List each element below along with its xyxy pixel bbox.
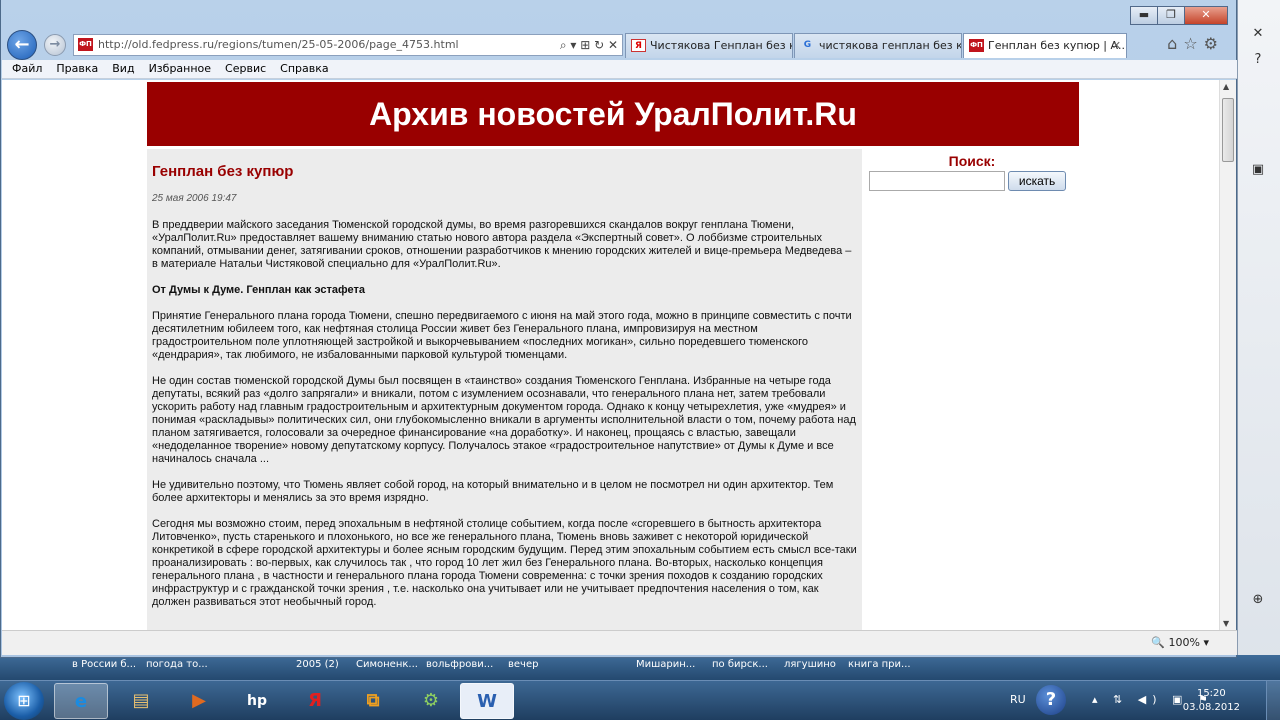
bg-item[interactable]: Симоненк... xyxy=(356,659,418,670)
scrollbar-thumb[interactable] xyxy=(1222,98,1234,162)
close-icon[interactable]: ✕ xyxy=(1248,26,1268,42)
home-favorites-tools-icon[interactable]: ⌂☆⚙ xyxy=(1167,34,1224,53)
bg-item[interactable]: по бирск... xyxy=(712,659,768,670)
address-tools-icon[interactable]: ⌕ ▾ ⊞ ↻ ✕ xyxy=(560,35,618,55)
add-icon[interactable]: ⊕ xyxy=(1248,592,1268,608)
desktop-background: ✕ ? ▣ ⊕ xyxy=(1237,0,1280,680)
ie-icon[interactable]: e xyxy=(54,683,108,719)
bg-item[interactable]: Мишарин... xyxy=(636,659,695,670)
menu-help[interactable]: Справка xyxy=(280,60,328,78)
yandex-icon: Я xyxy=(631,39,646,52)
tab-yandex[interactable]: Я Чистякова Генплан без к... xyxy=(625,33,793,58)
bg-item[interactable]: вечер xyxy=(508,659,538,670)
close-icon[interactable]: ✕ xyxy=(1112,34,1121,57)
network-icon[interactable]: ⚙ xyxy=(404,683,458,719)
tab-label: Чистякова Генплан без к... xyxy=(650,39,793,52)
background-window-strip: в России б... погода то... 2005 (2) Симо… xyxy=(0,655,1280,680)
site-favicon-icon: ФП xyxy=(78,38,93,51)
status-bar: 🔍 100% ▾ xyxy=(2,630,1237,655)
article-subhead: От Думы к Думе. Генплан как эстафета xyxy=(152,284,365,296)
site-search: Поиск: искать xyxy=(867,153,1077,191)
yandex-icon[interactable]: Я xyxy=(288,683,342,719)
forward-button[interactable]: → xyxy=(44,34,66,56)
search-button[interactable]: искать xyxy=(1008,171,1067,191)
clock-time: 15:20 xyxy=(1196,688,1226,699)
taskbar: ⊞ e ▤ ▶ hp Я ⧉ ⚙ W RU ? ▴ ⇅ ◀) ▣ ⚑ 15:20… xyxy=(0,680,1280,720)
article-paragraph: Принятие Генерального плана города Тюмен… xyxy=(152,310,852,361)
scroll-down-icon[interactable]: ▼ xyxy=(1223,619,1229,628)
address-url: http://old.fedpress.ru/regions/tumen/25-… xyxy=(98,38,459,51)
app-icon[interactable]: ⧉ xyxy=(346,683,400,719)
clock-date: 03.08.2012 xyxy=(1182,702,1240,713)
hp-icon[interactable]: hp xyxy=(230,683,284,719)
bg-item[interactable]: лягушино xyxy=(784,659,836,670)
article-paragraph: Не удивительно поэтому, что Тюмень являе… xyxy=(152,479,834,504)
minimize-button[interactable]: ▬ xyxy=(1130,6,1158,25)
media-player-icon[interactable]: ▶ xyxy=(172,683,226,719)
language-indicator[interactable]: RU xyxy=(1010,693,1026,706)
vertical-scrollbar[interactable]: ▲ ▼ xyxy=(1219,80,1236,630)
tab-label: чистякова генплан без ку... xyxy=(819,39,961,52)
help-icon[interactable]: ? xyxy=(1036,685,1066,715)
tab-label: Генплан без купюр | А... xyxy=(988,39,1127,52)
show-desktop-button[interactable] xyxy=(1266,681,1280,720)
menu-edit[interactable]: Правка xyxy=(56,60,98,78)
help-icon[interactable]: ? xyxy=(1248,52,1268,68)
bg-item[interactable]: вольфрови... xyxy=(426,659,493,670)
bg-item[interactable]: в России б... xyxy=(72,659,136,670)
bg-item[interactable]: 2005 (2) xyxy=(296,659,339,670)
tab-strip: Я Чистякова Генплан без к... G чистякова… xyxy=(625,33,1128,58)
caption-buttons: ▬ ❐ ✕ xyxy=(1130,6,1228,25)
address-bar[interactable]: ФП http://old.fedpress.ru/regions/tumen/… xyxy=(73,34,623,56)
article-date: 25 мая 2006 19:47 xyxy=(152,193,237,204)
navigation-bar: ← → ФП http://old.fedpress.ru/regions/tu… xyxy=(7,30,1232,60)
back-button[interactable]: ← xyxy=(7,30,37,60)
bg-item[interactable]: погода то... xyxy=(146,659,208,670)
article-intro: В преддверии майского заседания Тюменско… xyxy=(152,219,852,270)
google-icon: G xyxy=(803,40,812,50)
menu-bar: Файл Правка Вид Избранное Сервис Справка xyxy=(2,60,1237,79)
menu-view[interactable]: Вид xyxy=(112,60,134,78)
explorer-icon[interactable]: ▤ xyxy=(114,683,168,719)
article-paragraph: Сегодня мы возможно стоим, перед эпохаль… xyxy=(152,518,857,608)
article: Генплан без купюр 25 мая 2006 19:47 В пр… xyxy=(147,149,862,630)
tab-fedpress[interactable]: ФП Генплан без купюр | А... ✕ xyxy=(963,33,1127,58)
site-banner[interactable]: Архив новостей УралПолит.Ru xyxy=(147,82,1079,146)
start-button[interactable]: ⊞ xyxy=(4,682,44,720)
bg-item[interactable]: книга при... xyxy=(848,659,911,670)
browser-window: ▬ ❐ ✕ ← → ФП http://old.fedpress.ru/regi… xyxy=(0,0,1237,658)
system-tray: RU ? ▴ ⇅ ◀) ▣ ⚑ 15:20 03.08.2012 xyxy=(1010,681,1280,720)
scroll-up-icon[interactable]: ▲ xyxy=(1223,82,1229,91)
page-viewport: Архив новостей УралПолит.Ru Генплан без … xyxy=(2,80,1219,630)
tab-google[interactable]: G чистякова генплан без ку... xyxy=(794,33,962,58)
fedpress-icon: ФП xyxy=(969,39,984,52)
search-input[interactable] xyxy=(869,171,1005,191)
article-paragraph: Не один состав тюменской городской Думы … xyxy=(152,375,856,465)
maximize-button[interactable]: ❐ xyxy=(1157,6,1185,25)
window-icon[interactable]: ▣ xyxy=(1248,162,1268,178)
close-button[interactable]: ✕ xyxy=(1184,6,1228,25)
article-title: Генплан без купюр xyxy=(152,163,294,180)
clock[interactable]: 15:20 03.08.2012 xyxy=(1183,687,1240,715)
word-icon[interactable]: W xyxy=(460,683,514,719)
search-label: Поиск: xyxy=(948,153,996,169)
zoom-level[interactable]: 🔍 100% ▾ xyxy=(1151,636,1209,649)
menu-file[interactable]: Файл xyxy=(12,60,42,78)
menu-favorites[interactable]: Избранное xyxy=(149,60,211,78)
menu-tools[interactable]: Сервис xyxy=(225,60,266,78)
